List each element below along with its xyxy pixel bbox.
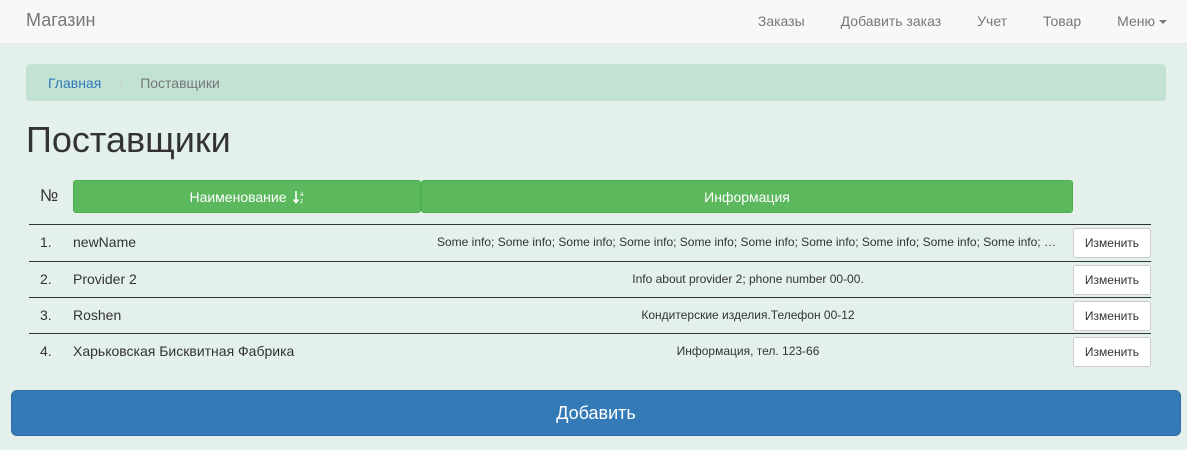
row-name: Харьковская Бисквитная Фабрика: [73, 343, 295, 359]
column-header-name-label: Наименование: [189, 188, 287, 205]
top-navbar: Магазин Заказы Добавить заказ Учет Товар…: [0, 0, 1187, 44]
edit-button[interactable]: Изменить: [1073, 301, 1151, 331]
nav-link-orders[interactable]: Заказы: [740, 0, 823, 44]
table-row: 3. Roshen Кондитерские изделия.Телефон 0…: [29, 297, 1151, 333]
breadcrumb-home-link[interactable]: Главная: [48, 73, 101, 93]
edit-button[interactable]: Изменить: [1073, 265, 1151, 295]
column-header-info[interactable]: Информация: [421, 180, 1073, 213]
breadcrumb-separator: /: [119, 74, 124, 91]
column-header-name-sort-button[interactable]: Наименование a z: [73, 180, 421, 213]
nav-link-accounting[interactable]: Учет: [959, 0, 1025, 44]
nav-link-add-order[interactable]: Добавить заказ: [823, 0, 959, 44]
caret-down-icon: [1159, 20, 1167, 25]
row-number: 1.: [40, 234, 52, 250]
svg-text:a: a: [300, 191, 304, 198]
brand-link[interactable]: Магазин: [26, 10, 95, 30]
row-number: 3.: [40, 307, 52, 323]
row-info: Info about provider 2; phone number 00-0…: [632, 272, 864, 286]
row-info: Информация, тел. 123-66: [676, 344, 820, 358]
table-row: 1. newName Some info; Some info; Some in…: [29, 224, 1151, 260]
table-row: 4. Харьковская Бисквитная Фабрика Информ…: [29, 333, 1151, 369]
edit-button[interactable]: Изменить: [1073, 337, 1151, 367]
nav-links: Заказы Добавить заказ Учет Товар Меню: [740, 0, 1187, 44]
row-info: Кондитерские изделия.Телефон 00-12: [641, 308, 855, 322]
nav-link-products[interactable]: Товар: [1025, 0, 1099, 44]
row-number: 4.: [40, 343, 52, 359]
breadcrumb-current: Поставщики: [140, 74, 220, 91]
row-info: Some info; Some info; Some info; Some in…: [437, 235, 1073, 249]
table-row: 2. Provider 2 Info about provider 2; pho…: [29, 261, 1151, 297]
breadcrumb: Главная / Поставщики: [26, 64, 1166, 101]
svg-text:z: z: [300, 198, 303, 204]
edit-button[interactable]: Изменить: [1073, 228, 1151, 258]
row-name: Provider 2: [73, 271, 137, 287]
add-supplier-button[interactable]: Добавить: [11, 390, 1181, 436]
page-title: Поставщики: [26, 119, 231, 160]
row-name: newName: [73, 234, 137, 250]
column-header-number: №: [40, 186, 59, 205]
row-number: 2.: [40, 271, 52, 287]
nav-menu-dropdown[interactable]: Меню: [1099, 0, 1187, 44]
sort-alpha-icon: a z: [292, 190, 305, 204]
row-name: Roshen: [73, 307, 122, 323]
nav-menu-label: Меню: [1117, 13, 1155, 29]
